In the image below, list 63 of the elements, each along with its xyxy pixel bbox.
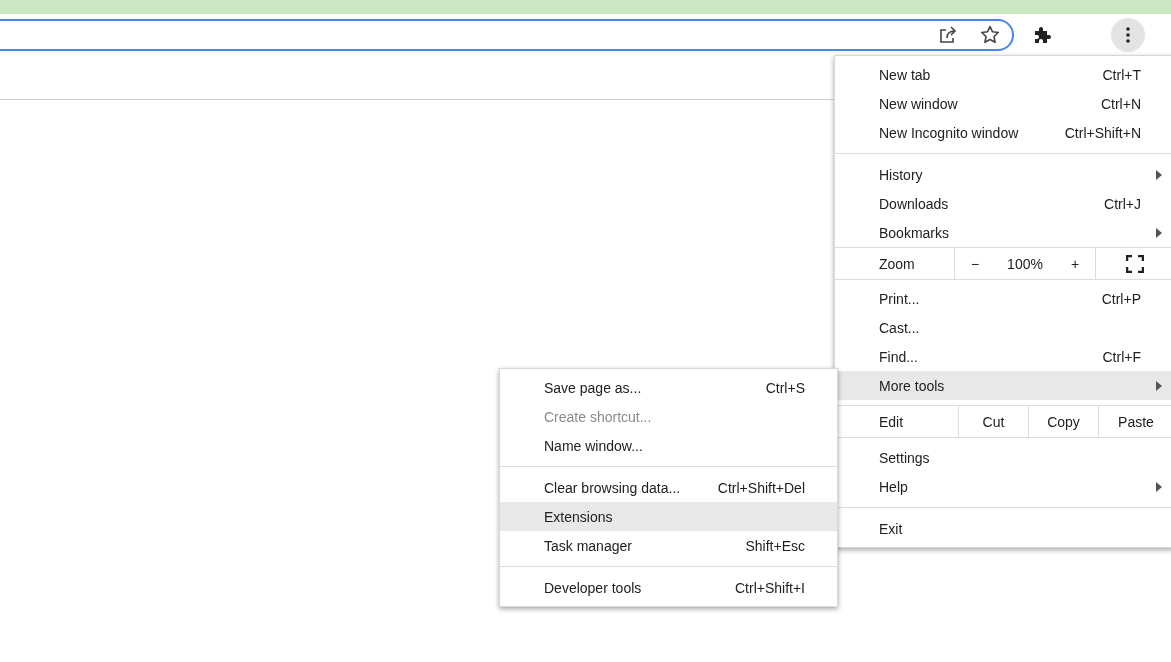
menu-item[interactable]: More tools	[835, 371, 1171, 400]
menu-item-label: Cast...	[879, 319, 920, 336]
menu-item-label: Print...	[879, 290, 920, 307]
menu-item[interactable]: Task manager Shift+Esc	[500, 531, 837, 560]
menu-item-label: New Incognito window	[879, 124, 1019, 141]
menu-item[interactable]: Name window...	[500, 431, 837, 460]
menu-item-label: Downloads	[879, 195, 949, 212]
menu-item-label: Exit	[879, 520, 903, 537]
menu-item-label: Create shortcut...	[544, 408, 652, 425]
menu-item[interactable]: Cast...	[835, 313, 1171, 342]
edit-action-button[interactable]: Paste	[1099, 406, 1171, 437]
menu-item-label: New tab	[879, 66, 931, 83]
edit-action-button[interactable]: Cut	[959, 406, 1029, 437]
menu-item-label: Save page as...	[544, 379, 642, 396]
shortcut-text: Ctrl+F	[1102, 348, 1141, 365]
menu-item[interactable]: Settings	[835, 443, 1171, 472]
shortcut-text: Shift+Esc	[745, 537, 805, 554]
shortcut-text: Ctrl+Shift+I	[734, 579, 805, 596]
menu-item-label: More tools	[879, 377, 945, 394]
shortcut-text: Ctrl+N	[1100, 95, 1141, 112]
shortcut-text: Ctrl+S	[765, 379, 805, 396]
zoom-in-button[interactable]: +	[1055, 255, 1095, 272]
puzzle-icon[interactable]	[1032, 24, 1052, 45]
menu-item[interactable]: Exit	[835, 514, 1171, 543]
menu-item-label: Settings	[879, 449, 930, 466]
address-bar[interactable]	[0, 18, 1014, 51]
shortcut-text: Ctrl+Shift+Del	[717, 479, 805, 496]
menu-button[interactable]	[1111, 17, 1145, 52]
menu-item[interactable]: Save page as... Ctrl+S	[500, 373, 837, 402]
menu-item-label: Task manager	[544, 537, 632, 554]
more-vertical-icon	[1126, 26, 1130, 43]
menu-item[interactable]: New tab Ctrl+T	[835, 60, 1171, 89]
menu-item[interactable]: Help	[835, 472, 1171, 501]
menu-item[interactable]: New window Ctrl+N	[835, 89, 1171, 118]
star-icon[interactable]	[980, 25, 1000, 44]
menu-item-label: Find...	[879, 348, 918, 365]
menu-item[interactable]: Print... Ctrl+P	[835, 284, 1171, 313]
menu-item[interactable]: Extensions	[500, 502, 837, 531]
shortcut-text: Ctrl+P	[1101, 290, 1141, 307]
menu-item[interactable]: New Incognito window Ctrl+Shift+N	[835, 118, 1171, 147]
share-icon[interactable]	[938, 25, 958, 44]
menu-item-label: Help	[879, 478, 908, 495]
menu-item-label: Name window...	[544, 437, 643, 454]
zoom-out-button[interactable]: −	[955, 255, 995, 272]
shortcut-text: Ctrl+J	[1104, 195, 1141, 212]
zoom-label: Zoom	[835, 248, 955, 279]
shortcut-text: Ctrl+Shift+N	[1064, 124, 1141, 141]
menu-item-label: Extensions	[544, 508, 613, 525]
menu-item-label: Developer tools	[544, 579, 642, 596]
menu-item-label: Clear browsing data...	[544, 479, 681, 496]
menu-item[interactable]: Developer tools Ctrl+Shift+I	[500, 573, 837, 602]
menu-item[interactable]: Downloads Ctrl+J	[835, 189, 1171, 218]
fullscreen-icon	[1125, 254, 1144, 273]
menu-item[interactable]: Find... Ctrl+F	[835, 342, 1171, 371]
menu-item-label: New window	[879, 95, 958, 112]
shortcut-text: Ctrl+T	[1102, 66, 1141, 83]
menu-item-label: History	[879, 166, 923, 183]
edit-action-button[interactable]: Copy	[1029, 406, 1099, 437]
menu-item[interactable]: Clear browsing data... Ctrl+Shift+Del	[500, 473, 837, 502]
menu-item[interactable]: Bookmarks	[835, 218, 1171, 247]
zoom-level: 100%	[1006, 255, 1044, 272]
menu-item[interactable]: History	[835, 160, 1171, 189]
menu-item-label: Bookmarks	[879, 224, 950, 241]
